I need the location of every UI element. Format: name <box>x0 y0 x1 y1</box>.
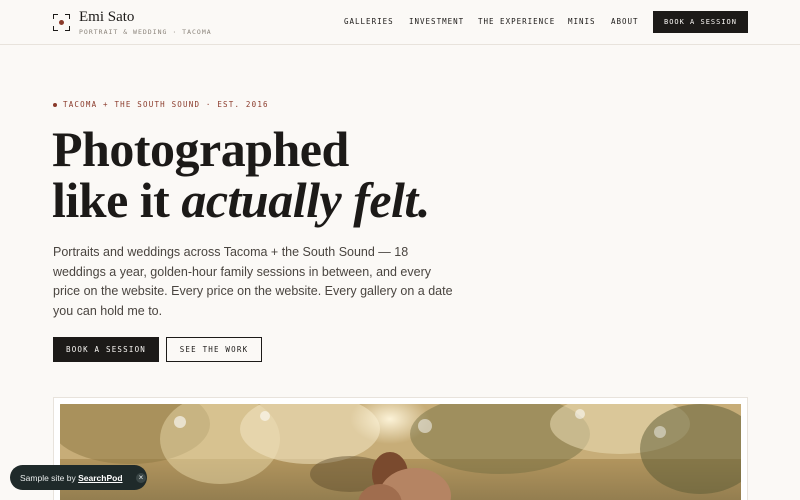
headline-line-2-italic: actually felt. <box>181 172 430 228</box>
close-icon[interactable]: × <box>136 473 146 483</box>
eyebrow-text: TACOMA + THE SOUTH SOUND · EST. 2016 <box>63 100 269 109</box>
hero-book-session-button[interactable]: BOOK A SESSION <box>53 337 159 362</box>
toast-text: Sample site by SearchPod <box>20 473 123 483</box>
nav-investment[interactable]: INVESTMENT <box>409 17 464 26</box>
brand-tagline: PORTRAIT & WEDDING · TACOMA <box>79 28 212 36</box>
toast-prefix: Sample site by <box>20 472 79 483</box>
header-book-session-button[interactable]: BOOK A SESSION <box>653 11 748 33</box>
site-header: Emi Sato PORTRAIT & WEDDING · TACOMA GAL… <box>0 0 800 45</box>
brand-name[interactable]: Emi Sato <box>79 9 134 26</box>
hero-photo-frame <box>53 397 748 500</box>
sample-site-toast: Sample site by SearchPod × <box>10 465 147 490</box>
headline-line-1: Photographed <box>52 121 349 177</box>
nav-galleries[interactable]: GALLERIES <box>344 17 394 26</box>
nav-the-experience[interactable]: THE EXPERIENCE <box>478 17 555 26</box>
hero-headline: Photographed like it actually felt. <box>52 124 430 226</box>
hero-eyebrow: TACOMA + THE SOUTH SOUND · EST. 2016 <box>53 100 269 109</box>
nav-about[interactable]: ABOUT <box>611 17 639 26</box>
eyebrow-dot-icon <box>53 102 57 107</box>
hero-photo-image <box>60 404 741 500</box>
nav-minis[interactable]: MINIS <box>568 17 596 26</box>
hero-photo <box>60 404 741 500</box>
headline-line-2: like it actually felt. <box>52 175 430 226</box>
see-the-work-button[interactable]: SEE THE WORK <box>166 337 262 362</box>
toast-brand-link[interactable]: SearchPod <box>78 473 122 483</box>
hero-lede: Portraits and weddings across Tacoma + t… <box>53 245 453 318</box>
viewfinder-logo-icon[interactable] <box>53 14 70 31</box>
headline-line-2-plain: like it <box>52 172 182 228</box>
